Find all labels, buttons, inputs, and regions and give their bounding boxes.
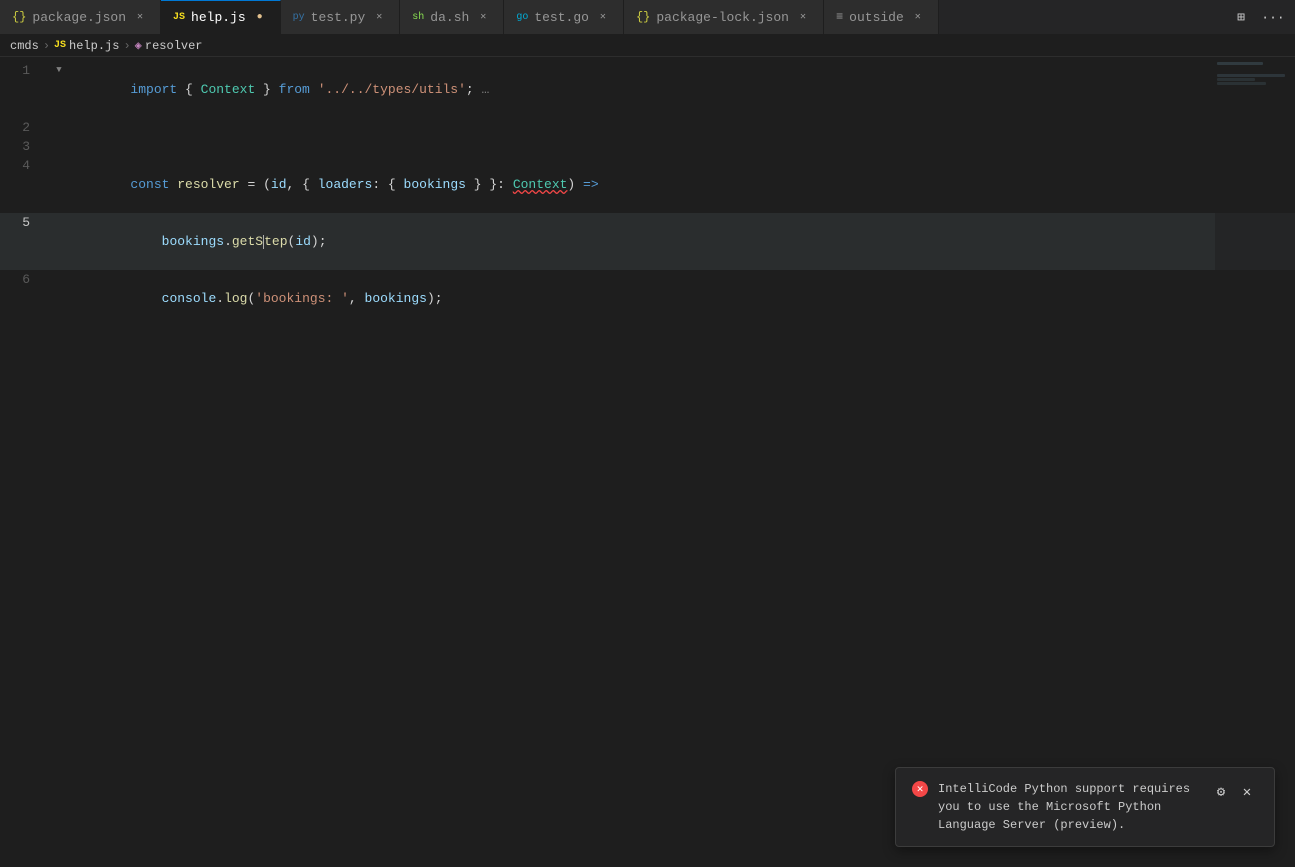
breadcrumb-cmds[interactable]: cmds (10, 39, 39, 53)
tab-close-package-lock[interactable]: ✕ (795, 9, 811, 25)
split-editor-icon: ⊞ (1237, 10, 1245, 25)
notification-settings-button[interactable]: ⚙ (1210, 781, 1232, 803)
tab-icon-test-go: go (516, 12, 528, 23)
split-editor-button[interactable]: ⊞ (1227, 3, 1255, 31)
tab-da-sh[interactable]: sh da.sh ✕ (400, 0, 504, 35)
line-content-5: bookings.getStep(id); (68, 213, 1295, 270)
tab-icon-outside: ≡ (836, 10, 843, 24)
editor-area[interactable]: 1 ▼ import { Context } from '../../types… (0, 57, 1295, 867)
line-content-6: console.log('bookings: ', bookings); (68, 270, 1295, 327)
collapse-icon-1: ▼ (56, 61, 61, 80)
more-actions-button[interactable]: ··· (1259, 3, 1287, 31)
breadcrumb-sep-2: › (123, 39, 130, 53)
tab-package-json[interactable]: {} package.json ✕ (0, 0, 161, 35)
breadcrumb-sep-1: › (43, 39, 50, 53)
notification-gear-icon: ⚙ (1217, 784, 1225, 801)
tab-outside[interactable]: ≡ outside ✕ (824, 0, 939, 35)
tab-test-go[interactable]: go test.go ✕ (504, 0, 624, 35)
tab-bar-actions: ⊞ ··· (1227, 3, 1295, 31)
breadcrumb-resolver-icon: ◈ (135, 38, 142, 53)
tab-label-package-lock: package-lock.json (656, 10, 789, 25)
notification-toast: ✕ IntelliCode Python support requires yo… (895, 767, 1275, 847)
line-number-4: 4 (0, 156, 50, 175)
tab-close-test-go[interactable]: ✕ (595, 9, 611, 25)
line-number-5: 5 (0, 213, 50, 232)
line-number-3: 3 (0, 137, 50, 156)
line-number-2: 2 (0, 118, 50, 137)
notification-close-icon: ✕ (1243, 784, 1251, 801)
notification-error-icon: ✕ (912, 781, 928, 797)
tab-label-da-sh: da.sh (430, 10, 469, 25)
breadcrumb-help-js-label: help.js (69, 39, 119, 53)
breadcrumb-resolver-label: resolver (145, 39, 203, 53)
more-actions-icon: ··· (1261, 10, 1284, 25)
tab-close-da-sh[interactable]: ✕ (475, 9, 491, 25)
line-content-1: import { Context } from '../../types/uti… (68, 61, 1295, 118)
code-line-1: 1 ▼ import { Context } from '../../types… (0, 61, 1295, 118)
tab-bar: {} package.json ✕ JS help.js ● py test.p… (0, 0, 1295, 35)
tab-close-help-js[interactable]: ● (252, 10, 268, 26)
code-line-5: 5 bookings.getStep(id); (0, 213, 1295, 270)
tab-package-lock-json[interactable]: {} package-lock.json ✕ (624, 0, 824, 35)
tab-icon-da-sh: sh (412, 12, 424, 23)
notification-actions: ⚙ ✕ (1210, 781, 1258, 803)
tab-icon-package-lock: {} (636, 10, 650, 24)
line-content-2 (68, 118, 1295, 137)
tab-close-package-json[interactable]: ✕ (132, 9, 148, 25)
tab-help-js[interactable]: JS help.js ● (161, 0, 281, 35)
tab-close-outside[interactable]: ✕ (910, 9, 926, 25)
line-number-1: 1 (0, 61, 50, 80)
breadcrumb-resolver[interactable]: ◈ resolver (135, 38, 203, 53)
code-line-3: 3 (0, 137, 1295, 156)
line-content-4: const resolver = (id, { loaders: { booki… (68, 156, 1295, 213)
tab-label-outside: outside (849, 10, 904, 25)
tab-test-py[interactable]: py test.py ✕ (281, 0, 401, 35)
line-number-6: 6 (0, 270, 50, 289)
code-line-6: 6 console.log('bookings: ', bookings); (0, 270, 1295, 327)
breadcrumb-cmds-label: cmds (10, 39, 39, 53)
notification-message: IntelliCode Python support requires you … (938, 780, 1200, 834)
tab-icon-package-json: {} (12, 10, 26, 24)
tab-icon-test-py: py (293, 12, 305, 23)
notification-close-button[interactable]: ✕ (1236, 781, 1258, 803)
breadcrumb-help-js[interactable]: JS help.js (54, 39, 119, 53)
fold-indicator-1[interactable]: ▼ (50, 61, 68, 80)
code-line-4: 4 const resolver = (id, { loaders: { boo… (0, 156, 1295, 213)
breadcrumb: cmds › JS help.js › ◈ resolver (0, 35, 1295, 57)
code-line-2: 2 (0, 118, 1295, 137)
tab-icon-help-js: JS (173, 12, 185, 23)
tab-close-test-py[interactable]: ✕ (371, 9, 387, 25)
breadcrumb-js-icon: JS (54, 40, 66, 51)
code-editor[interactable]: 1 ▼ import { Context } from '../../types… (0, 57, 1295, 867)
tab-label-test-py: test.py (311, 10, 366, 25)
tab-label-help-js: help.js (191, 10, 246, 25)
tab-label-package-json: package.json (32, 10, 126, 25)
line-content-3 (68, 137, 1295, 156)
tab-label-test-go: test.go (534, 10, 589, 25)
minimap (1215, 57, 1295, 867)
